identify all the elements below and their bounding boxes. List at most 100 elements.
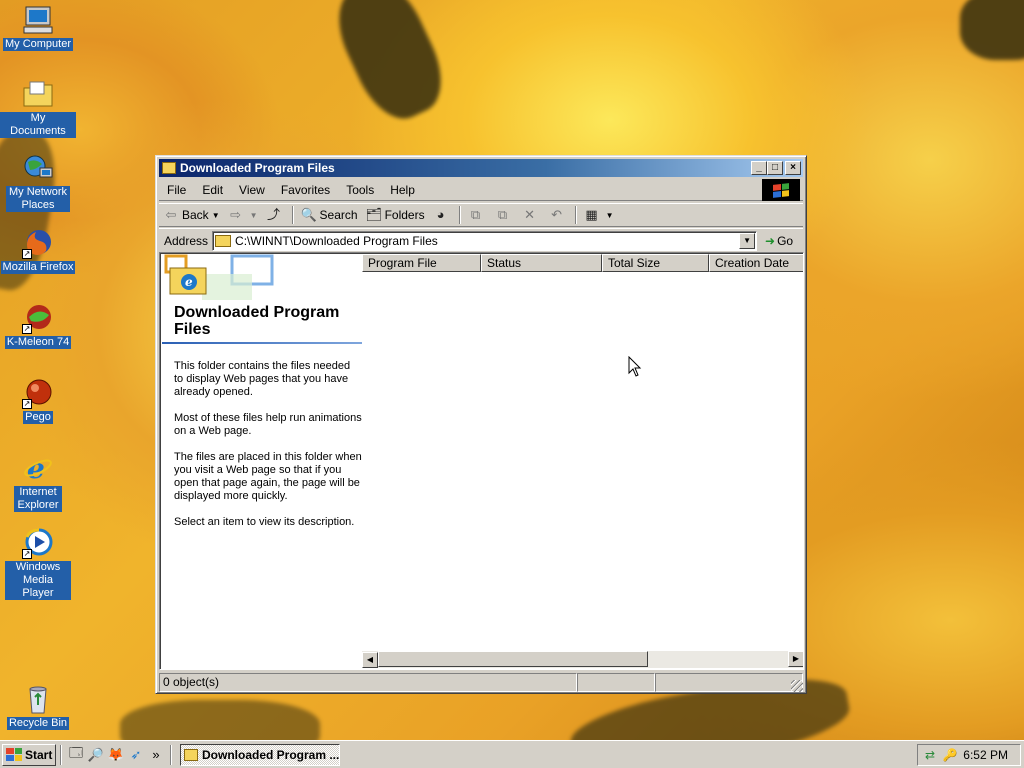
- standard-toolbar: ⇦ Back ▼ ⇨ ▼ ⤴ 🔍 Search 🗂 Folders ◕ ⧉ ⧉: [159, 203, 803, 227]
- desktop-icon-media-player[interactable]: ↗ Windows Media Player: [0, 527, 76, 600]
- search-button[interactable]: 🔍 Search: [297, 204, 362, 226]
- shortcut-arrow-icon: ↗: [22, 249, 32, 259]
- security-icon[interactable]: 🔑: [942, 747, 958, 763]
- scrollbar-thumb[interactable]: [378, 651, 648, 667]
- go-button[interactable]: ➜ Go: [765, 234, 793, 248]
- desktop-icon-internet-explorer[interactable]: e Internet Explorer: [0, 452, 76, 512]
- column-header-status[interactable]: Status: [481, 254, 602, 272]
- webview-paragraph: The files are placed in this folder when…: [174, 451, 362, 502]
- menu-help[interactable]: Help: [382, 183, 423, 197]
- desktop-icon-kmeleon[interactable]: ↗ K-Meleon 74: [0, 302, 76, 349]
- webview-paragraph: Most of these files help run animations …: [174, 412, 362, 437]
- delete-button[interactable]: ✕: [518, 204, 545, 226]
- desktop-icon-text: Internet Explorer: [17, 486, 59, 511]
- back-label: Back: [182, 208, 209, 222]
- history-button[interactable]: ◕: [429, 204, 456, 226]
- menu-tools[interactable]: Tools: [338, 183, 382, 197]
- media-player-icon: ↗: [22, 527, 54, 559]
- forward-arrow-icon: ⇨: [230, 207, 242, 222]
- window-titlebar[interactable]: Downloaded Program Files _ □ ×: [159, 159, 803, 177]
- address-bar: Address C:\WINNT\Downloaded Program File…: [159, 228, 803, 252]
- minimize-button[interactable]: _: [751, 161, 767, 175]
- column-header-program-file[interactable]: Program File: [362, 254, 481, 272]
- folder-content[interactable]: e Downloaded Program Files This folder c…: [159, 252, 804, 670]
- internet-explorer-icon: e: [22, 452, 54, 485]
- desktop-icon-label: K-Meleon 74: [4, 336, 72, 349]
- chevron-down-icon[interactable]: ▼: [606, 211, 614, 220]
- desktop-icon-text: My Network Places: [8, 186, 68, 211]
- views-button[interactable]: ▦ ▼: [580, 204, 618, 226]
- status-pane: [655, 673, 803, 692]
- desktop-icon-firefox[interactable]: ↗ Mozilla Firefox: [0, 227, 76, 274]
- copy-to-icon: ⧉: [497, 207, 508, 222]
- desktop-icon-text: Windows Media Player: [15, 561, 61, 599]
- address-label: Address: [164, 233, 209, 248]
- windows-logo: [762, 179, 800, 201]
- recycle-bin-icon: [22, 683, 54, 715]
- folders-button[interactable]: 🗂 Folders: [362, 204, 429, 226]
- firefox-icon: ↗: [22, 227, 54, 259]
- show-desktop-icon[interactable]: 🗔: [66, 745, 86, 765]
- go-arrow-icon: ➜: [765, 233, 776, 248]
- toolbar-separator: [574, 206, 577, 224]
- mouse-cursor: [628, 356, 642, 377]
- file-list[interactable]: Program File Status Total Size Creation …: [362, 254, 803, 668]
- resize-grip[interactable]: [791, 680, 803, 692]
- webview-divider: [162, 342, 362, 344]
- my-computer-icon: [22, 4, 54, 36]
- column-header-total-size[interactable]: Total Size: [602, 254, 709, 272]
- desktop-icon-network-places[interactable]: My Network Places: [0, 152, 76, 212]
- explorer-window[interactable]: Downloaded Program Files _ □ × File Edit…: [155, 155, 807, 694]
- quicklaunch-chevron[interactable]: »: [146, 745, 166, 765]
- column-header-creation-date[interactable]: Creation Date: [709, 254, 803, 272]
- desktop-icon-label: My Documents: [0, 112, 76, 138]
- back-button[interactable]: ⇦ Back ▼: [159, 204, 224, 226]
- webview-panel: e Downloaded Program Files This folder c…: [162, 254, 362, 668]
- media-icon[interactable]: ➶: [126, 745, 146, 765]
- chevron-down-icon[interactable]: ▼: [212, 211, 220, 220]
- desktop-icon-recycle-bin[interactable]: Recycle Bin: [0, 683, 76, 730]
- desktop-icon-my-computer[interactable]: My Computer: [0, 4, 76, 51]
- folder-icon: [162, 162, 176, 174]
- address-input[interactable]: C:\WINNT\Downloaded Program Files ▼: [212, 230, 758, 251]
- menu-file[interactable]: File: [159, 183, 194, 197]
- webview-folder-art: e: [162, 254, 282, 302]
- clock[interactable]: 6:52 PM: [963, 748, 1008, 762]
- scroll-right-button[interactable]: ▶: [788, 651, 803, 667]
- windows-flag-icon: [773, 182, 789, 198]
- menu-favorites[interactable]: Favorites: [273, 183, 338, 197]
- webview-paragraph: Select an item to view its description.: [174, 516, 355, 528]
- explorer-icon[interactable]: 🔎: [86, 745, 106, 765]
- menu-edit[interactable]: Edit: [194, 183, 231, 197]
- shortcut-arrow-icon: ↗: [22, 549, 32, 559]
- firefox-icon[interactable]: 🦊: [106, 745, 126, 765]
- toolbar-separator: [291, 206, 294, 224]
- taskbar-window-button[interactable]: Downloaded Program ...: [180, 743, 340, 766]
- copy-to-button[interactable]: ⧉: [491, 204, 518, 226]
- start-button[interactable]: Start: [2, 743, 56, 766]
- forward-button[interactable]: ⇨ ▼: [224, 204, 262, 226]
- chevron-down-icon[interactable]: ▼: [250, 211, 258, 220]
- address-dropdown-button[interactable]: ▼: [739, 232, 756, 249]
- scroll-left-button[interactable]: ◀: [362, 651, 378, 668]
- svg-text:e: e: [185, 275, 193, 289]
- desktop-icon-label: Mozilla Firefox: [0, 261, 76, 274]
- undo-button[interactable]: ↶: [545, 204, 572, 226]
- wallpaper-shadow: [960, 0, 1024, 60]
- move-to-button[interactable]: ⧉: [464, 204, 491, 226]
- close-button[interactable]: ×: [785, 161, 801, 175]
- desktop-icon-label: Windows Media Player: [5, 561, 71, 600]
- menu-view[interactable]: View: [231, 183, 273, 197]
- address-value[interactable]: C:\WINNT\Downloaded Program Files: [235, 234, 438, 248]
- up-folder-button[interactable]: ⤴: [262, 204, 289, 226]
- my-documents-icon: [22, 78, 54, 110]
- back-arrow-icon: ⇦: [165, 207, 177, 222]
- maximize-button[interactable]: □: [767, 161, 783, 175]
- shortcut-arrow-icon: ↗: [22, 399, 32, 409]
- network-icon[interactable]: ⇄: [922, 747, 938, 763]
- desktop-icon-my-documents[interactable]: My Documents: [0, 78, 76, 138]
- desktop-icon-label: Pego: [23, 411, 53, 424]
- horizontal-scrollbar[interactable]: ◀ ▶: [362, 651, 803, 668]
- status-bar: 0 object(s): [159, 673, 803, 692]
- desktop-icon-pego[interactable]: ↗ Pego: [0, 377, 76, 424]
